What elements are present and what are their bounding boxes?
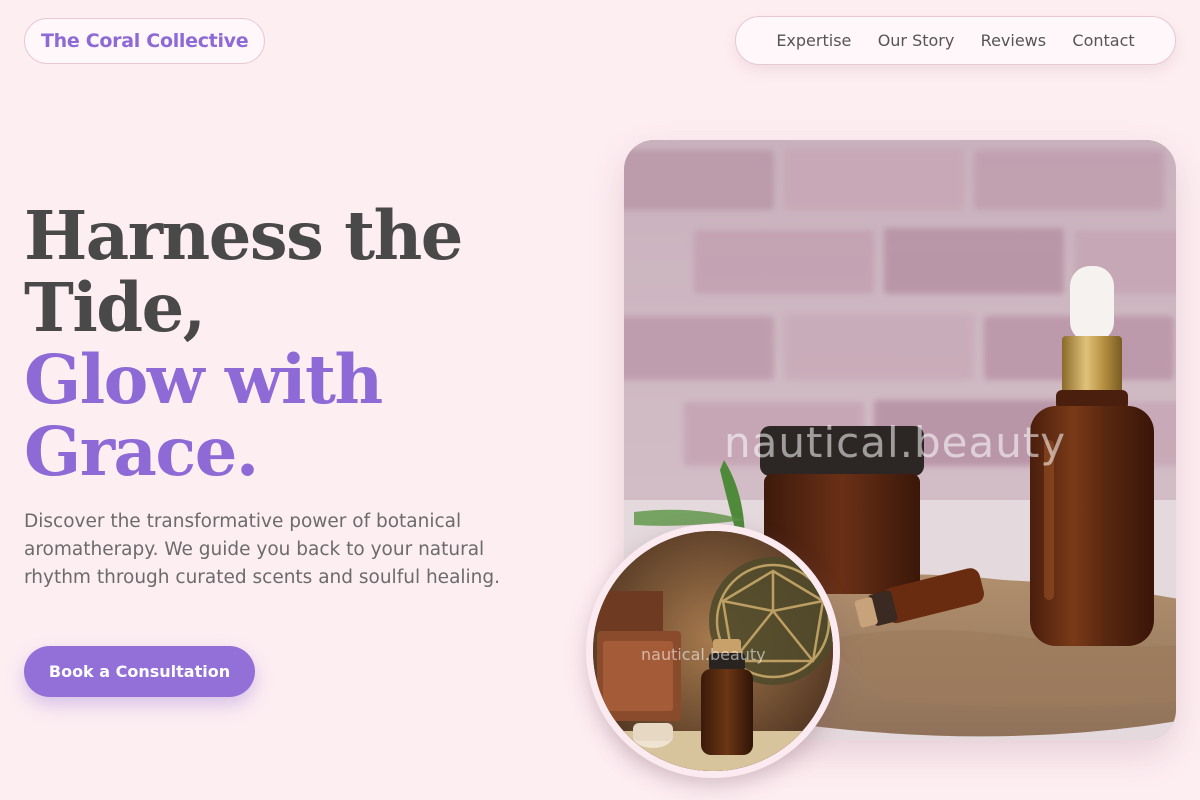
hero-title-line-2: Glow with Grace.: [24, 340, 383, 491]
secondary-product-photo: nautical.beauty: [586, 524, 840, 778]
main-image-watermark: nautical.beauty: [724, 418, 1067, 467]
circle-image-watermark: nautical.beauty: [641, 645, 766, 664]
hero-title: Harness the Tide, Glow with Grace.: [24, 200, 584, 488]
nav-item-reviews[interactable]: Reviews: [981, 31, 1046, 50]
nav-item-our-story[interactable]: Our Story: [878, 31, 955, 50]
hero-title-line-1: Harness the Tide,: [24, 196, 463, 347]
brand-logo[interactable]: The Coral Collective: [24, 18, 266, 64]
nav-item-contact[interactable]: Contact: [1072, 31, 1134, 50]
hero-description: Discover the transformative power of bot…: [24, 511, 501, 588]
main-nav: Expertise Our Story Reviews Contact: [735, 16, 1176, 65]
brand-name: The Coral Collective: [41, 30, 249, 52]
book-consultation-button[interactable]: Book a Consultation: [24, 646, 255, 697]
nav-item-expertise[interactable]: Expertise: [776, 31, 851, 50]
